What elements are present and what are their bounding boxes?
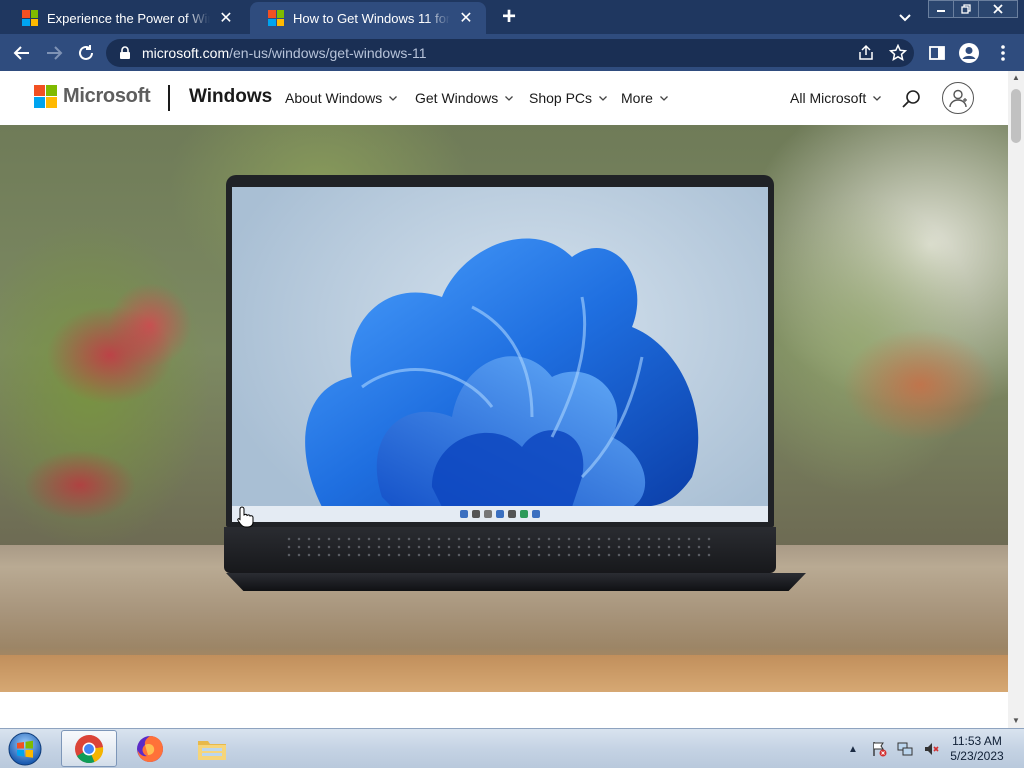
laptop-screen-taskbar	[232, 506, 768, 522]
new-tab-button[interactable]: +	[496, 5, 522, 31]
nav-about-windows[interactable]: About Windows	[285, 90, 398, 106]
bookmark-star-icon[interactable]	[888, 43, 908, 63]
arrow-left-icon	[13, 46, 29, 60]
lock-icon	[120, 46, 130, 59]
nav-label: About Windows	[285, 90, 383, 106]
laptop-keyboard-deck	[224, 527, 776, 573]
site-header: Microsoft Windows About Windows Get Wind…	[0, 71, 1008, 125]
folder-icon	[198, 740, 226, 760]
nav-label: Get Windows	[415, 90, 499, 106]
tab-get-windows-11[interactable]: How to Get Windows 11 for Your PC ✕	[250, 2, 486, 34]
scroll-up-arrow-icon[interactable]: ▲	[1008, 73, 1024, 83]
back-button[interactable]	[9, 40, 35, 66]
scroll-down-arrow-icon[interactable]: ▼	[1008, 716, 1024, 726]
side-panel-icon[interactable]	[924, 40, 950, 66]
laptop-lid	[226, 175, 774, 527]
profile-avatar-icon[interactable]	[956, 40, 982, 66]
nav-get-windows[interactable]: Get Windows	[415, 90, 514, 106]
chevron-down-icon	[505, 96, 514, 101]
nav-label: Shop PCs	[529, 90, 593, 106]
tab-search-chevron-down-icon[interactable]	[893, 6, 917, 28]
nav-shop-pcs[interactable]: Shop PCs	[529, 90, 608, 106]
tab-title: Experience the Power of Windows 11	[47, 10, 210, 26]
windows-taskbar: ▲ 11:53 AM 5/23/2023	[0, 728, 1024, 768]
taskbar-clock[interactable]: 11:53 AM 5/23/2023	[942, 734, 1012, 764]
browser-tab-strip: Experience the Power of Windows 11 ✕ How…	[0, 0, 1024, 34]
url-path: /en-us/windows/get-windows-11	[229, 45, 427, 61]
header-divider	[168, 85, 170, 111]
microsoft-favicon-icon	[22, 10, 38, 26]
chevron-down-icon	[659, 96, 668, 101]
reload-icon	[79, 45, 93, 60]
url-host: microsoft.com	[142, 45, 230, 61]
tab-experience-windows-11[interactable]: Experience the Power of Windows 11 ✕	[4, 2, 246, 34]
volume-muted-icon[interactable]	[922, 740, 940, 758]
reload-button[interactable]	[73, 40, 99, 66]
chevron-down-icon	[389, 96, 398, 101]
table-edge	[0, 655, 1008, 692]
page-scrollbar[interactable]: ▲ ▼	[1008, 71, 1024, 728]
windows-start-orb-icon[interactable]	[6, 731, 44, 767]
close-tab-icon[interactable]: ✕	[216, 8, 236, 28]
taskbar-file-explorer-button[interactable]	[184, 730, 240, 767]
clock-time: 11:53 AM	[952, 734, 1002, 748]
arrow-right-icon	[47, 46, 63, 60]
minimize-window-button[interactable]	[928, 0, 954, 18]
product-name-windows[interactable]: Windows	[189, 86, 272, 108]
hero-image	[0, 125, 1008, 692]
page-viewport: Microsoft Windows About Windows Get Wind…	[0, 71, 1008, 728]
search-icon[interactable]	[900, 88, 922, 110]
nav-label: More	[621, 90, 653, 106]
clock-date: 5/23/2023	[950, 749, 1004, 763]
firefox-icon	[137, 735, 163, 762]
show-hidden-icons-arrow-icon[interactable]: ▲	[844, 740, 862, 758]
taskbar-chrome-button[interactable]	[61, 730, 117, 767]
nav-all-microsoft[interactable]: All Microsoft	[790, 90, 882, 106]
microsoft-favicon-icon	[268, 10, 284, 26]
microsoft-wordmark: Microsoft	[63, 85, 151, 107]
action-center-flag-icon[interactable]	[870, 740, 888, 758]
chrome-icon	[75, 734, 104, 763]
nav-more[interactable]: More	[621, 90, 669, 106]
windows-11-bloom-wallpaper	[305, 238, 699, 507]
browser-toolbar: microsoft.com/en-us/windows/get-windows-…	[0, 34, 1024, 71]
browser-menu-icon[interactable]	[990, 40, 1016, 66]
microsoft-logo-icon	[34, 85, 57, 108]
tab-title: How to Get Windows 11 for Your PC	[293, 10, 450, 26]
taskbar-firefox-button[interactable]	[122, 730, 178, 767]
chevron-down-icon	[599, 96, 608, 101]
close-window-button[interactable]	[978, 0, 1018, 18]
account-sign-in-button[interactable]	[942, 82, 974, 114]
system-tray: ▲	[844, 733, 940, 765]
scroll-thumb[interactable]	[1011, 89, 1021, 143]
person-icon	[949, 89, 967, 108]
nav-label: All Microsoft	[790, 90, 867, 106]
share-icon[interactable]	[856, 43, 876, 63]
microsoft-logo[interactable]: Microsoft	[34, 85, 151, 108]
address-bar[interactable]: microsoft.com/en-us/windows/get-windows-…	[106, 39, 914, 67]
hand-pointer-cursor-icon	[237, 506, 254, 528]
chevron-down-icon	[873, 96, 882, 101]
restore-window-button[interactable]	[953, 0, 979, 18]
close-tab-icon[interactable]: ✕	[456, 8, 476, 28]
laptop-screen	[232, 187, 768, 522]
laptop-keyboard	[284, 535, 714, 559]
laptop-front-edge	[226, 573, 806, 591]
forward-button[interactable]	[41, 40, 67, 66]
network-icon[interactable]	[896, 740, 914, 758]
